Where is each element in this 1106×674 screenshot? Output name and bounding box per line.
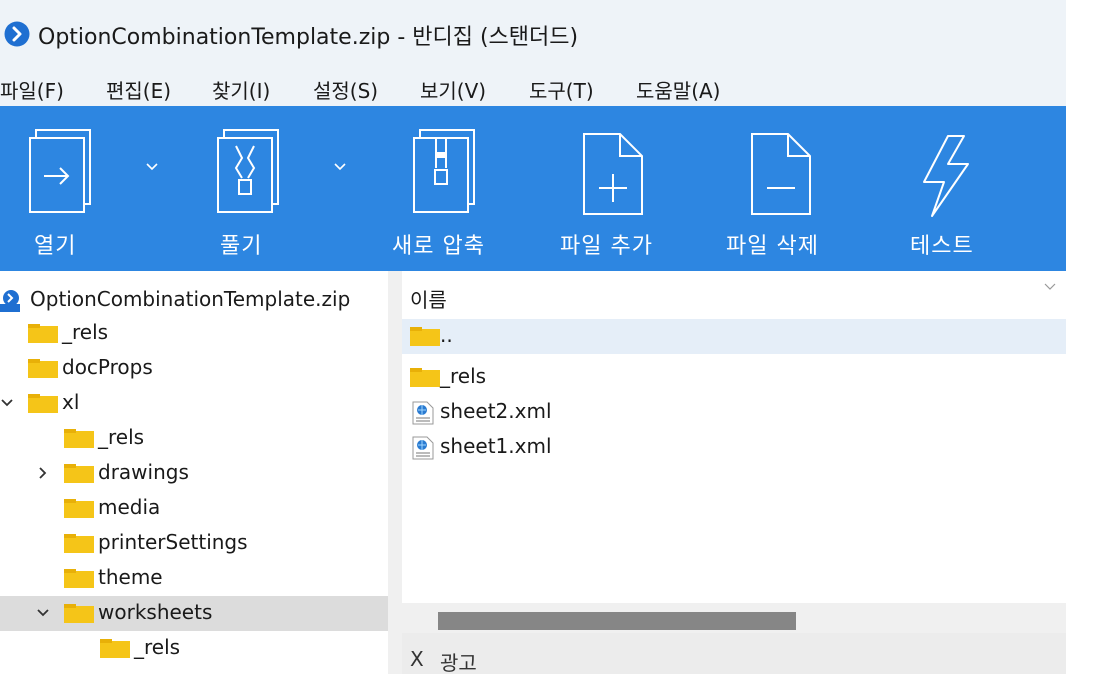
folder-icon (64, 464, 94, 483)
tree-label: theme (98, 565, 163, 589)
chevron-right-icon[interactable] (36, 466, 50, 480)
file-list: 이름 .. _rels sheet2.xml sheet1.xml X 광고 (402, 271, 1066, 674)
list-item[interactable]: sheet2.xml (402, 395, 1066, 430)
tree-label: OptionCombinationTemplate.zip (30, 287, 351, 311)
new-archive-label: 새로 압축 (392, 234, 485, 259)
chevron-down-icon[interactable] (144, 158, 160, 174)
sort-chevron-icon (1044, 283, 1056, 290)
file-name: sheet2.xml (440, 399, 552, 423)
folder-icon (64, 429, 94, 448)
menu-tools[interactable]: 도구(T) (529, 75, 594, 104)
column-header-name[interactable]: 이름 (402, 271, 1066, 315)
menu-edit[interactable]: 편집(E) (106, 75, 171, 104)
menu-bar: 파일(F) 편집(E) 찾기(I) 설정(S) 보기(V) 도구(T) 도움말(… (0, 66, 1066, 106)
window-title: OptionCombinationTemplate.zip - 반디집 (스탠더… (38, 25, 579, 50)
tree-label: _rels (98, 425, 145, 449)
xml-file-icon (412, 401, 434, 425)
close-ad-button[interactable]: X (410, 647, 424, 671)
add-file-button[interactable]: 파일 추가 (560, 106, 680, 271)
tree-item-rels[interactable]: _rels (0, 316, 388, 351)
folder-icon (410, 327, 440, 346)
extract-label: 풀기 (220, 234, 263, 259)
test-label: 테스트 (910, 234, 974, 259)
chevron-down-icon[interactable] (36, 606, 50, 620)
folder-icon (410, 368, 440, 387)
list-item[interactable]: sheet1.xml (402, 430, 1066, 465)
menu-file[interactable]: 파일(F) (0, 75, 64, 104)
delete-file-icon (751, 133, 811, 215)
tree-label: printerSettings (98, 530, 248, 554)
tree-item-xl-rels[interactable]: _rels (0, 421, 388, 456)
zip-file-icon (413, 129, 475, 213)
lightning-icon (923, 135, 969, 217)
folder-tree: OptionCombinationTemplate.zip _rels docP… (0, 271, 388, 674)
menu-help[interactable]: 도움말(A) (636, 75, 721, 104)
file-name: _rels (440, 364, 487, 388)
tree-label: _rels (62, 320, 109, 344)
tree-label: _rels (134, 635, 181, 659)
tree-item-drawings[interactable]: drawings (0, 456, 388, 491)
bandizip-window: OptionCombinationTemplate.zip - 반디집 (스탠더… (0, 0, 1066, 674)
delete-file-button[interactable]: 파일 삭제 (726, 106, 846, 271)
folder-icon (64, 604, 94, 623)
tree-label: drawings (98, 460, 189, 484)
file-name: .. (440, 323, 453, 347)
tree-item-media[interactable]: media (0, 491, 388, 526)
tree-item-printersettings[interactable]: printerSettings (0, 526, 388, 561)
file-name: sheet1.xml (440, 434, 552, 458)
menu-settings[interactable]: 설정(S) (313, 75, 378, 104)
chevron-down-icon[interactable] (332, 158, 348, 174)
folder-icon (64, 499, 94, 518)
list-item[interactable]: _rels (402, 360, 1066, 395)
ad-label: 광고 (440, 651, 477, 674)
open-icon (29, 129, 91, 213)
delete-file-label: 파일 삭제 (726, 234, 819, 259)
folder-icon (28, 394, 58, 413)
tree-item-xl[interactable]: xl (0, 386, 388, 421)
tree-item-worksheets-rels[interactable]: _rels (0, 631, 388, 666)
extract-button[interactable]: 풀기 (206, 106, 296, 271)
folder-icon (28, 359, 58, 378)
add-file-icon (583, 133, 643, 215)
add-file-label: 파일 추가 (560, 234, 653, 259)
horizontal-scrollbar[interactable] (402, 603, 1066, 633)
ad-bar: X 광고 (402, 633, 1066, 674)
open-label: 열기 (34, 234, 77, 259)
open-button[interactable]: 열기 (22, 106, 102, 271)
menu-find[interactable]: 찾기(I) (212, 75, 270, 104)
tree-item-theme[interactable]: theme (0, 561, 388, 596)
extract-icon (217, 129, 279, 213)
folder-icon (100, 639, 130, 658)
panel-splitter[interactable] (388, 271, 402, 674)
tree-label: xl (62, 390, 80, 414)
xml-file-icon (412, 436, 434, 460)
new-archive-button[interactable]: 새로 압축 (392, 106, 512, 271)
toolbar: 열기 풀기 새로 압축 파일 추가 파일 삭제 테스트 (0, 106, 1066, 271)
tree-item-root[interactable]: OptionCombinationTemplate.zip (0, 283, 388, 318)
folder-icon (64, 534, 94, 553)
folder-icon (64, 569, 94, 588)
folder-icon (28, 324, 58, 343)
scrollbar-thumb[interactable] (438, 612, 796, 630)
column-header-label: 이름 (410, 288, 447, 312)
list-item-parent[interactable]: .. (402, 319, 1066, 354)
chevron-down-icon[interactable] (0, 396, 14, 410)
bandizip-logo-icon (4, 21, 30, 47)
tree-label: media (98, 495, 161, 519)
title-bar: OptionCombinationTemplate.zip - 반디집 (스탠더… (0, 0, 1066, 66)
tree-label: docProps (62, 355, 153, 379)
menu-view[interactable]: 보기(V) (420, 75, 486, 104)
zip-archive-icon (0, 290, 20, 312)
test-button[interactable]: 테스트 (896, 106, 996, 271)
tree-item-worksheets[interactable]: worksheets (0, 596, 388, 631)
tree-label: worksheets (98, 600, 213, 624)
tree-item-docprops[interactable]: docProps (0, 351, 388, 386)
